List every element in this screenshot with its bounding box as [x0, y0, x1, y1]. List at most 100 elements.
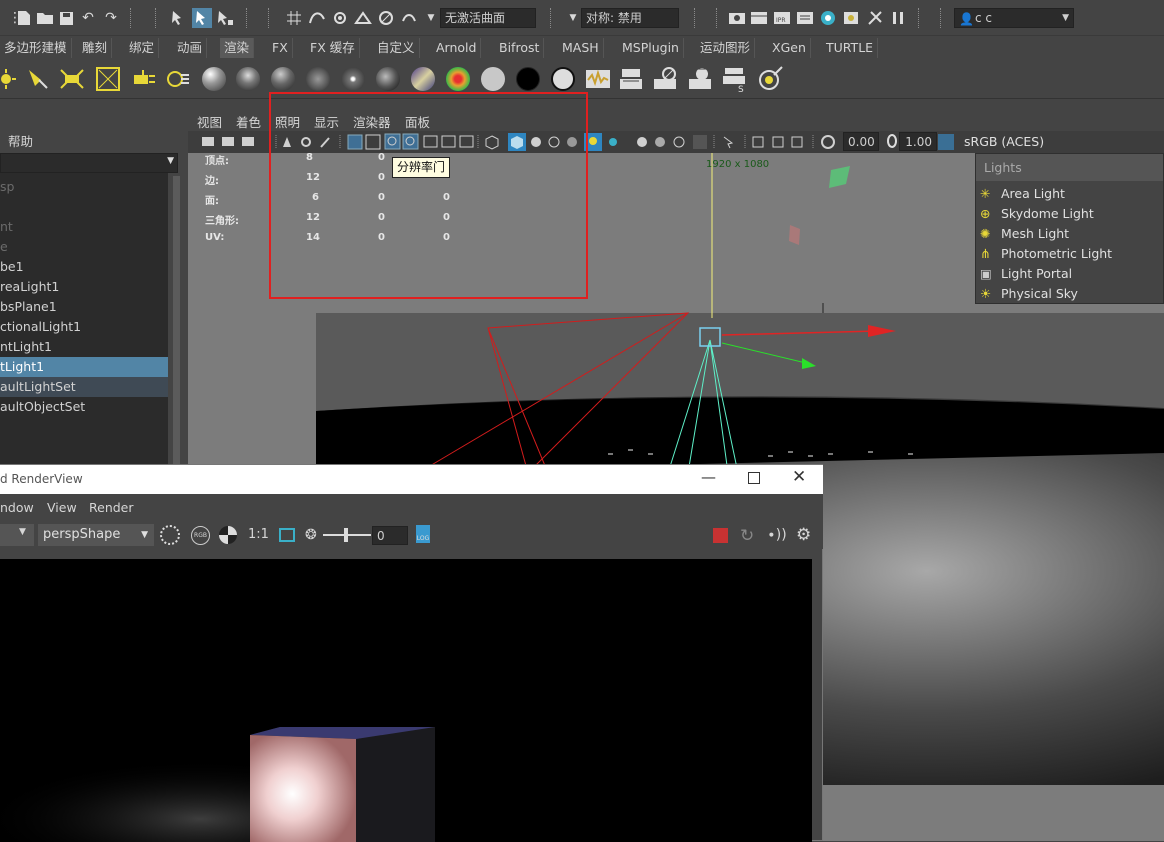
- menu-window[interactable]: ndow: [0, 500, 34, 515]
- alpha-channel-icon[interactable]: [219, 526, 237, 544]
- close-icon[interactable]: ✕: [792, 467, 806, 487]
- list-item[interactable]: nt: [0, 217, 168, 237]
- surface-shader-sphere-icon[interactable]: [479, 65, 507, 93]
- toggle-ui-icon[interactable]: [866, 9, 884, 27]
- snap-surface-icon[interactable]: [400, 9, 418, 27]
- user-account-field[interactable]: 👤 c c ▼: [954, 8, 1074, 28]
- ramp-shader-sphere-icon[interactable]: [444, 65, 472, 93]
- minimize-icon[interactable]: —: [701, 468, 716, 486]
- shading-map-sphere-icon[interactable]: [549, 65, 577, 93]
- list-item[interactable]: be1: [0, 257, 168, 277]
- layered-shader-sphere-icon[interactable]: [409, 65, 437, 93]
- standard-surface-sphere-icon[interactable]: [200, 65, 228, 93]
- show-batch-render-icon[interactable]: S: [722, 65, 750, 93]
- maximize-icon[interactable]: [748, 472, 760, 484]
- shelf-tab-bifrost[interactable]: Bifrost: [495, 38, 545, 58]
- undo-icon[interactable]: ↶: [79, 9, 97, 27]
- real-size-button[interactable]: 1:1: [248, 527, 269, 542]
- help-menu[interactable]: 帮助: [8, 131, 33, 150]
- make-live-icon[interactable]: [377, 9, 395, 27]
- gear-icon[interactable]: ⚙: [796, 525, 811, 545]
- menu-item-light-portal[interactable]: ▣ Light Portal: [976, 264, 1164, 284]
- render-view-icon[interactable]: [728, 9, 746, 27]
- ipr-icon[interactable]: ∙)): [767, 527, 787, 543]
- spot-light-shelf-icon[interactable]: [24, 65, 52, 93]
- shelf-tab-arnold[interactable]: Arnold: [432, 38, 482, 58]
- select-objects-icon[interactable]: [192, 8, 212, 28]
- shelf-tab-fx-caching[interactable]: FX 缓存: [306, 38, 360, 58]
- shelf-tab-turtle[interactable]: TURTLE: [822, 38, 879, 58]
- exposure-value-field[interactable]: 0: [372, 526, 408, 545]
- light-linking-shelf-icon[interactable]: [164, 65, 192, 93]
- select-components-icon[interactable]: [216, 9, 234, 27]
- symmetry-dropdown-icon[interactable]: ▼: [564, 9, 582, 27]
- shelf-tab-polygon-modeling[interactable]: 多边形建模: [0, 38, 72, 58]
- shelf-tab-rendering[interactable]: 渲染: [220, 38, 255, 58]
- list-item[interactable]: ctionalLight1: [0, 317, 168, 337]
- batch-render-icon[interactable]: [652, 65, 680, 93]
- camera-select[interactable]: perspShape ▼: [38, 524, 154, 546]
- light-editor-icon[interactable]: [842, 9, 860, 27]
- exposure-field[interactable]: 0.00: [843, 132, 879, 151]
- pause-viewport-icon[interactable]: [889, 9, 907, 27]
- menu-item-area-light[interactable]: ✳ Area Light: [976, 184, 1164, 204]
- menu-view[interactable]: 视图: [197, 112, 222, 131]
- frame-image-icon[interactable]: [279, 528, 295, 542]
- refresh-icon[interactable]: ↻: [740, 526, 754, 546]
- render-current-icon[interactable]: [750, 9, 768, 27]
- open-scene-icon[interactable]: [36, 9, 54, 27]
- anisotropic-sphere-icon[interactable]: [374, 65, 402, 93]
- snapshot-icon[interactable]: [160, 525, 180, 545]
- render-settings-shelf-icon[interactable]: [584, 65, 612, 93]
- list-item[interactable]: [0, 197, 168, 217]
- use-background-sphere-icon[interactable]: [514, 65, 542, 93]
- save-scene-icon[interactable]: [57, 9, 75, 27]
- color-space-label[interactable]: sRGB (ACES): [964, 134, 1044, 149]
- snap-view-plane-icon[interactable]: [354, 9, 372, 27]
- new-scene-icon[interactable]: [15, 9, 33, 27]
- shelf-tab-custom[interactable]: 自定义: [373, 38, 420, 58]
- list-item[interactable]: ntLight1: [0, 337, 168, 357]
- menu-view[interactable]: View: [47, 500, 77, 515]
- gamma-field[interactable]: 1.00: [899, 132, 937, 151]
- list-item-selected[interactable]: tLight1: [0, 357, 168, 377]
- render-view-titlebar[interactable]: d RenderView — ✕: [0, 465, 823, 494]
- shelf-tab-fx[interactable]: FX: [268, 38, 293, 58]
- shelf-tab-animation[interactable]: 动画: [173, 38, 208, 58]
- phong-sphere-icon[interactable]: [304, 65, 332, 93]
- render-settings-icon[interactable]: [796, 9, 814, 27]
- shelf-tab-motion-graphics[interactable]: 运动图形: [696, 38, 756, 58]
- menu-item-photometric-light[interactable]: ⋔ Photometric Light: [976, 244, 1164, 264]
- shelf-tab-xgen[interactable]: XGen: [768, 38, 811, 58]
- point-light-shelf-icon[interactable]: [94, 65, 122, 93]
- snap-curve-icon[interactable]: [308, 9, 326, 27]
- snap-grid-icon[interactable]: [285, 9, 303, 27]
- directional-light-shelf-icon[interactable]: [58, 65, 86, 93]
- redo-icon[interactable]: ↷: [102, 9, 120, 27]
- list-item[interactable]: e: [0, 237, 168, 257]
- symmetry-field[interactable]: 对称: 禁用: [581, 8, 679, 28]
- menu-item-skydome-light[interactable]: ⊕ Skydome Light: [976, 204, 1164, 224]
- cancel-batch-render-icon[interactable]: [687, 65, 715, 93]
- list-item[interactable]: aultLightSet: [0, 377, 168, 397]
- list-item[interactable]: sp: [0, 177, 168, 197]
- list-item[interactable]: reaLight1: [0, 277, 168, 297]
- menu-shading[interactable]: 着色: [236, 112, 261, 131]
- shelf-tab-sculpting[interactable]: 雕刻: [78, 38, 113, 58]
- hypershade-icon[interactable]: [819, 9, 837, 27]
- lambert-sphere-icon[interactable]: [234, 65, 262, 93]
- select-hierarchy-icon[interactable]: [170, 9, 188, 27]
- live-surface-field[interactable]: 无激活曲面: [440, 8, 536, 28]
- menu-item-mesh-light[interactable]: ✺ Mesh Light: [976, 224, 1164, 244]
- dropdown-arrow-icon[interactable]: ▼: [422, 9, 440, 27]
- snap-point-icon[interactable]: [331, 9, 349, 27]
- shelf-tab-rigging[interactable]: 绑定: [125, 38, 160, 58]
- hypershade-shelf-icon[interactable]: [757, 65, 785, 93]
- shelf-tab-msplugin[interactable]: MSPlugin: [618, 38, 684, 58]
- ipr-render-icon[interactable]: IPR: [773, 9, 791, 27]
- rgb-channel-icon[interactable]: RGB: [191, 526, 210, 545]
- rendered-image[interactable]: [0, 559, 812, 842]
- outliner-scrollbar[interactable]: [173, 176, 180, 466]
- list-item[interactable]: aultObjectSet: [0, 397, 168, 417]
- volume-light-shelf-icon[interactable]: [130, 65, 158, 93]
